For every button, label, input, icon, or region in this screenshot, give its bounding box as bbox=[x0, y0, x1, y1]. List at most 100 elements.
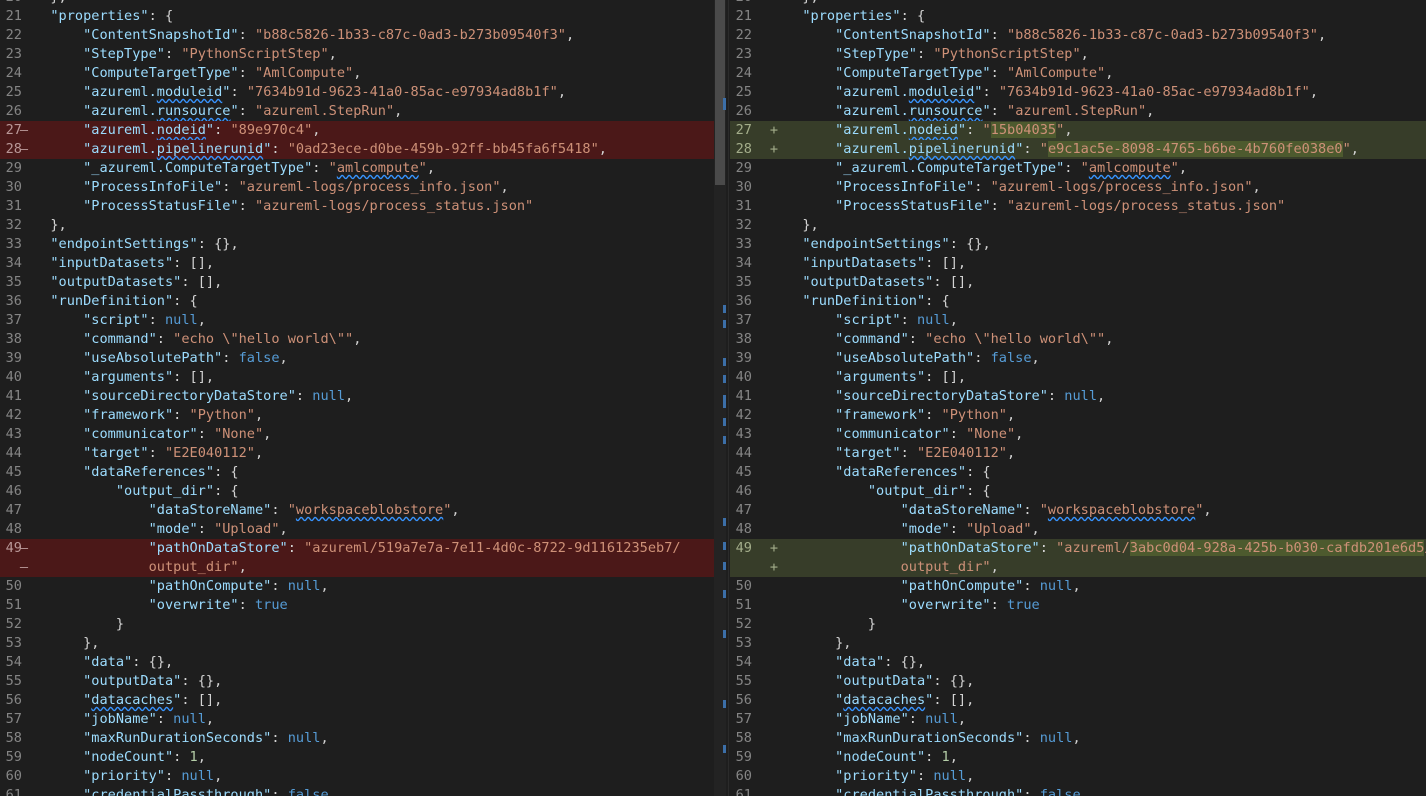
code-line[interactable]: 22 "ContentSnapshotId": "b88c5826-1b33-c… bbox=[0, 26, 716, 45]
line-content[interactable]: "inputDatasets": [], bbox=[34, 254, 214, 273]
line-content[interactable]: "ComputeTargetType": "AmlCompute", bbox=[34, 64, 361, 83]
line-content[interactable]: "dataReferences": { bbox=[786, 463, 991, 482]
added-line[interactable]: + output_dir", bbox=[730, 558, 1426, 577]
code-line[interactable]: 52 } bbox=[730, 615, 1426, 634]
line-content[interactable]: "ContentSnapshotId": "b88c5826-1b33-c87c… bbox=[34, 26, 574, 45]
code-line[interactable]: 48 "mode": "Upload", bbox=[0, 520, 716, 539]
line-content[interactable]: "runDefinition": { bbox=[786, 292, 949, 311]
line-content[interactable]: } bbox=[34, 615, 124, 634]
code-line[interactable]: 23 "StepType": "PythonScriptStep", bbox=[0, 45, 716, 64]
line-content[interactable]: }, bbox=[34, 634, 99, 653]
code-line[interactable]: 36 "runDefinition": { bbox=[0, 292, 716, 311]
code-line[interactable]: 42 "framework": "Python", bbox=[730, 406, 1426, 425]
added-line[interactable]: 27 + "azureml.nodeid": "15b04035", bbox=[730, 121, 1426, 140]
line-content[interactable]: "framework": "Python", bbox=[34, 406, 263, 425]
code-line[interactable]: 53 }, bbox=[0, 634, 716, 653]
code-line[interactable]: 37 "script": null, bbox=[0, 311, 716, 330]
code-line[interactable]: 60 "priority": null, bbox=[0, 767, 716, 786]
code-line[interactable]: 59 "nodeCount": 1, bbox=[0, 748, 716, 767]
code-line[interactable]: 58 "maxRunDurationSeconds": null, bbox=[730, 729, 1426, 748]
line-content[interactable]: "dataReferences": { bbox=[34, 463, 239, 482]
code-line[interactable]: 56 "datacaches": [], bbox=[0, 691, 716, 710]
code-line[interactable]: 26 "azureml.runsource": "azureml.StepRun… bbox=[0, 102, 716, 121]
line-content[interactable]: "StepType": "PythonScriptStep", bbox=[34, 45, 337, 64]
line-content[interactable]: "ProcessStatusFile": "azureml-logs/proce… bbox=[786, 197, 1285, 216]
line-content[interactable]: "datacaches": [], bbox=[34, 691, 222, 710]
line-content[interactable]: output_dir", bbox=[34, 558, 247, 577]
code-line[interactable]: 23 "StepType": "PythonScriptStep", bbox=[730, 45, 1426, 64]
added-line[interactable]: 28 + "azureml.pipelinerunid ": "e9c1ac5e-8… bbox=[730, 140, 1426, 159]
line-content[interactable]: "dataStoreName": "workspaceblobstore", bbox=[34, 501, 460, 520]
line-content[interactable]: "maxRunDurationSeconds": null, bbox=[34, 729, 329, 748]
line-content[interactable]: "ComputeTargetType": "AmlCompute", bbox=[786, 64, 1113, 83]
line-content[interactable]: "azureml.moduleid": "7634b91d-9623-41a0-… bbox=[34, 83, 566, 102]
code-line[interactable]: 57 "jobName": null, bbox=[0, 710, 716, 729]
line-content[interactable]: "pathOnDataStore": "azureml/3abc0d04-928… bbox=[786, 539, 1426, 558]
line-content[interactable]: "overwrite": true bbox=[786, 596, 1040, 615]
code-line[interactable]: 34 "inputDatasets": [], bbox=[730, 254, 1426, 273]
code-line[interactable]: 53 }, bbox=[730, 634, 1426, 653]
code-line[interactable]: 32 }, bbox=[0, 216, 716, 235]
code-line[interactable]: 54 "data": {}, bbox=[730, 653, 1426, 672]
code-line[interactable]: 36 "runDefinition": { bbox=[730, 292, 1426, 311]
line-content[interactable]: "data": {}, bbox=[786, 653, 925, 672]
line-content[interactable]: "inputDatasets": [], bbox=[786, 254, 966, 273]
code-line[interactable]: 39 "useAbsolutePath": false, bbox=[730, 349, 1426, 368]
code-line[interactable]: 46 "output_dir": { bbox=[730, 482, 1426, 501]
original-file-pane[interactable]: 20 },21 "properties": {22 "ContentSnapsh… bbox=[0, 0, 716, 796]
line-content[interactable]: output_dir", bbox=[786, 558, 999, 577]
line-content[interactable]: "overwrite": true bbox=[34, 596, 288, 615]
line-content[interactable]: "command": "echo \"hello world\"", bbox=[786, 330, 1113, 349]
code-line[interactable]: 37 "script": null, bbox=[730, 311, 1426, 330]
code-line[interactable]: 44 "target": "E2E040112", bbox=[730, 444, 1426, 463]
line-content[interactable]: "data": {}, bbox=[34, 653, 173, 672]
line-content[interactable]: "properties": { bbox=[786, 7, 925, 26]
line-content[interactable]: "outputDatasets": [], bbox=[34, 273, 222, 292]
code-line[interactable]: 57 "jobName": null, bbox=[730, 710, 1426, 729]
code-line[interactable]: 59 "nodeCount": 1, bbox=[730, 748, 1426, 767]
added-line[interactable]: 49 + "pathOnDataStore": "azureml/3abc0d04… bbox=[730, 539, 1426, 558]
line-content[interactable]: "communicator": "None", bbox=[786, 425, 1023, 444]
line-content[interactable]: "runDefinition": { bbox=[34, 292, 197, 311]
line-content[interactable]: }, bbox=[34, 216, 66, 235]
code-line[interactable]: 43 "communicator": "None", bbox=[730, 425, 1426, 444]
code-line[interactable]: 31 "ProcessStatusFile": "azureml-logs/pr… bbox=[730, 197, 1426, 216]
line-content[interactable]: "useAbsolutePath": false, bbox=[34, 349, 288, 368]
line-content[interactable]: "jobName": null, bbox=[786, 710, 966, 729]
removed-line[interactable]: 28— "azureml.pipelinerunid": "0ad23ece-d… bbox=[0, 140, 716, 159]
line-content[interactable]: "priority": null, bbox=[786, 767, 974, 786]
code-line[interactable]: 25 "azureml.moduleid": "7634b91d-9623-41… bbox=[730, 83, 1426, 102]
removed-line[interactable]: 27— "azureml.nodeid": "89e970c4", bbox=[0, 121, 716, 140]
line-content[interactable]: "communicator": "None", bbox=[34, 425, 271, 444]
removed-line[interactable]: 49— "pathOnDataStore": "azureml/519a7e7a… bbox=[0, 539, 716, 558]
line-content[interactable]: }, bbox=[786, 216, 818, 235]
code-line[interactable]: 38 "command": "echo \"hello world\"", bbox=[0, 330, 716, 349]
code-line[interactable]: 51 "overwrite": true bbox=[730, 596, 1426, 615]
code-line[interactable]: 58 "maxRunDurationSeconds": null, bbox=[0, 729, 716, 748]
code-line[interactable]: 47 "dataStoreName": "workspaceblobstore"… bbox=[0, 501, 716, 520]
line-content[interactable]: "priority": null, bbox=[34, 767, 222, 786]
line-content[interactable]: "jobName": null, bbox=[34, 710, 214, 729]
line-content[interactable]: "outputData": {}, bbox=[34, 672, 222, 691]
code-line[interactable]: 50 "pathOnCompute": null, bbox=[730, 577, 1426, 596]
modified-file-pane[interactable]: 20 },21 "properties": {22 "ContentSnapsh… bbox=[730, 0, 1426, 796]
line-content[interactable]: "azureml.pipelinerunid ": "e9c1ac5e-8098-… bbox=[786, 140, 1359, 159]
line-content[interactable]: "output_dir": { bbox=[34, 482, 239, 501]
code-line[interactable]: 24 "ComputeTargetType": "AmlCompute", bbox=[730, 64, 1426, 83]
code-line[interactable]: 33 "endpointSettings": {}, bbox=[0, 235, 716, 254]
code-line[interactable]: 29 "_azureml.ComputeTargetType": "amlcom… bbox=[0, 159, 716, 178]
code-line[interactable]: 61 "credentialPassthrough": false, bbox=[730, 786, 1426, 796]
line-content[interactable]: } bbox=[786, 615, 876, 634]
code-line[interactable]: 45 "dataReferences": { bbox=[730, 463, 1426, 482]
code-line[interactable]: 35 "outputDatasets": [], bbox=[0, 273, 716, 292]
line-content[interactable]: "framework": "Python", bbox=[786, 406, 1015, 425]
code-line[interactable]: 21 "properties": { bbox=[0, 7, 716, 26]
code-line[interactable]: 56 "datacaches": [], bbox=[730, 691, 1426, 710]
line-content[interactable]: "azureml.nodeid": "15b04035", bbox=[786, 121, 1073, 140]
code-line[interactable]: 43 "communicator": "None", bbox=[0, 425, 716, 444]
line-content[interactable]: "ProcessStatusFile": "azureml-logs/proce… bbox=[34, 197, 533, 216]
line-content[interactable]: "mode": "Upload", bbox=[34, 520, 288, 539]
code-line[interactable]: 48 "mode": "Upload", bbox=[730, 520, 1426, 539]
code-line[interactable]: 24 "ComputeTargetType": "AmlCompute", bbox=[0, 64, 716, 83]
code-line[interactable]: 20 }, bbox=[730, 0, 1426, 7]
